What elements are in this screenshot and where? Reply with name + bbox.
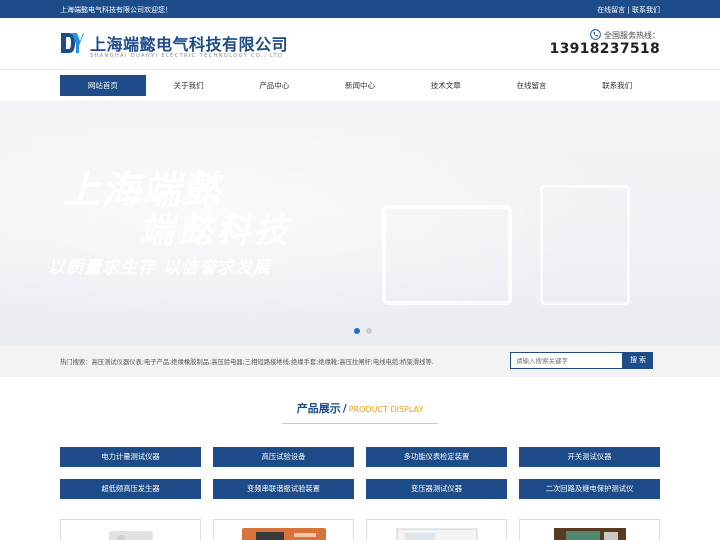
category-button[interactable]: 多功能仪表检定装置	[366, 447, 507, 467]
product-card[interactable]	[366, 519, 507, 540]
banner-device-image	[382, 205, 512, 305]
top-link-separator: |	[625, 6, 632, 14]
search-input[interactable]	[510, 352, 623, 369]
product-image	[109, 531, 153, 540]
product-title-cn: 产品展示	[296, 402, 341, 415]
product-image	[242, 528, 326, 540]
product-category-grid: 电力计量测试仪器 高压试验设备 多功能仪表检定装置 开关测试仪器 超低频高压发生…	[60, 447, 661, 499]
category-button[interactable]: 二次回路及继电保护测试仪	[519, 479, 660, 499]
top-link-message[interactable]: 在线留言	[597, 6, 625, 14]
hot-search: 热门搜索：高压测试仪器仪表;电子产品;绝缘橡胶制品;高压验电器;三相短路接地线;…	[60, 357, 434, 366]
banner-device-image-2	[540, 185, 630, 305]
top-bar: 上海端懿电气科技有限公司欢迎您！ 在线留言 | 联系我们	[0, 0, 720, 18]
top-links: 在线留言 | 联系我们	[597, 5, 660, 15]
product-card[interactable]	[519, 519, 660, 540]
welcome-text: 上海端懿电气科技有限公司欢迎您！	[60, 6, 172, 14]
hot-search-terms[interactable]: 高压测试仪器仪表;电子产品;绝缘橡胶制品;高压验电器;三相短路接地线;绝缘手套;…	[91, 359, 433, 366]
nav-item-contact[interactable]: 联系我们	[574, 75, 660, 96]
company-name[interactable]: 上海端懿电气科技有限公司	[90, 31, 288, 55]
product-image	[396, 528, 478, 540]
hotline-label: 全国服务热线：	[604, 31, 660, 40]
product-card[interactable]	[213, 519, 354, 540]
banner-pagination	[354, 328, 372, 334]
search-button[interactable]: 搜 索	[623, 352, 653, 369]
product-title-en: PRODUCT DISPLAY	[348, 405, 424, 414]
category-button[interactable]: 开关测试仪器	[519, 447, 660, 467]
category-button[interactable]: 变压器测试仪器	[366, 479, 507, 499]
banner-dot-1[interactable]	[354, 328, 360, 334]
nav-item-products[interactable]: 产品中心	[231, 75, 317, 96]
phone-icon	[590, 29, 601, 40]
banner-slogan: 以质量求生存 以信誉求发展	[48, 258, 271, 278]
category-button[interactable]: 超低频高压发生器	[60, 479, 201, 499]
hotline-number: 13918237518	[549, 41, 660, 57]
main-nav: 网站首页 关于我们 产品中心 新闻中心 技术文章 在线留言 联系我们	[60, 75, 660, 96]
nav-item-home[interactable]: 网站首页	[60, 75, 146, 96]
category-button[interactable]: 电力计量测试仪器	[60, 447, 201, 467]
search-bar: 热门搜索：高压测试仪器仪表;电子产品;绝缘橡胶制品;高压验电器;三相短路接地线;…	[0, 346, 720, 377]
header: 上海端懿电气科技有限公司 SHANGHAI DUANYI ELECTRIC TE…	[0, 18, 720, 70]
category-button[interactable]: 变频串联谐振试验装置	[213, 479, 354, 499]
banner-dot-2[interactable]	[366, 328, 372, 334]
nav-item-news[interactable]: 新闻中心	[317, 75, 403, 96]
nav-item-articles[interactable]: 技术文章	[403, 75, 489, 96]
banner-headline-2: 端懿科技	[140, 211, 292, 251]
hot-search-label: 热门搜索：	[60, 359, 92, 366]
product-section-title: 产品展示 / PRODUCT DISPLAY	[282, 397, 438, 424]
nav-item-message[interactable]: 在线留言	[489, 75, 575, 96]
product-card[interactable]	[60, 519, 201, 540]
product-title-separator: /	[342, 402, 347, 415]
company-name-en: SHANGHAI DUANYI ELECTRIC TECHNOLOGY CO.,…	[90, 53, 284, 59]
nav-item-about[interactable]: 关于我们	[146, 75, 232, 96]
company-logo-icon[interactable]	[60, 31, 84, 55]
top-link-contact[interactable]: 联系我们	[632, 6, 660, 14]
product-thumbnails	[60, 519, 661, 540]
category-button[interactable]: 高压试验设备	[213, 447, 354, 467]
product-image	[554, 528, 626, 540]
hero-banner[interactable]: 上海端懿 端懿科技 以质量求生存 以信誉求发展	[0, 101, 720, 346]
